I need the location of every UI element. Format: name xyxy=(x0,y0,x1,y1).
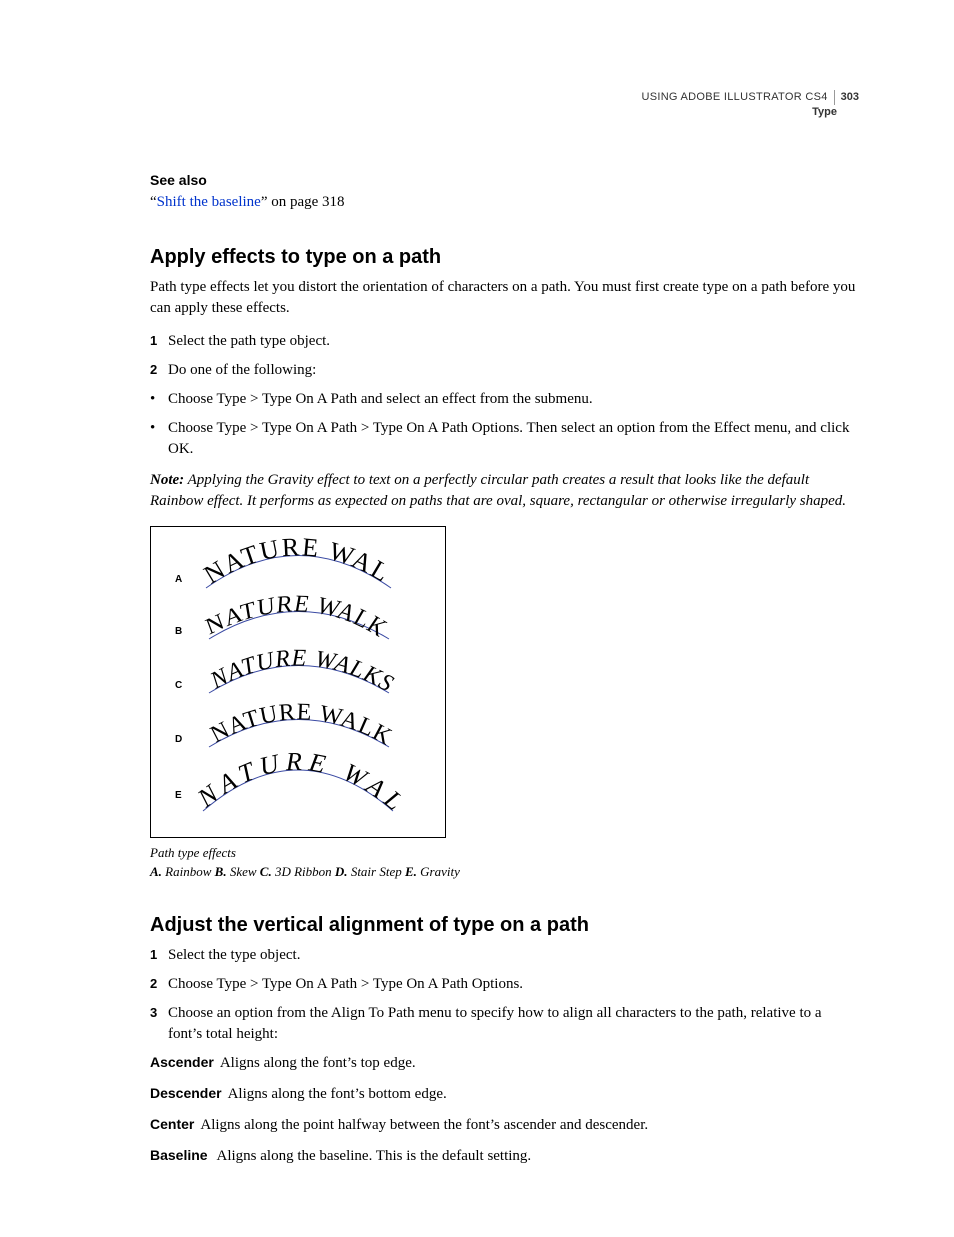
key-text: Rainbow xyxy=(162,864,215,879)
definition-text: Aligns along the font’s top edge. xyxy=(220,1055,416,1071)
svg-text:NATURE WALKS: NATURE WALKS xyxy=(151,589,399,643)
list-item: •Choose Type > Type On A Path and select… xyxy=(150,389,859,410)
section2-steps: 1Select the type object. 2Choose Type > … xyxy=(150,945,859,1045)
bullet-text: Choose Type > Type On A Path > Type On A… xyxy=(168,418,859,460)
bullet-dot: • xyxy=(150,418,168,460)
shift-baseline-link[interactable]: Shift the baseline xyxy=(157,194,261,210)
definition-ascender: Ascender Aligns along the font’s top edge… xyxy=(150,1053,859,1074)
figure-caption-title: Path type effects xyxy=(150,844,859,862)
definition-text: Aligns along the point halfway between t… xyxy=(200,1117,648,1133)
note-paragraph: Note: Applying the Gravity effect to tex… xyxy=(150,470,859,512)
step-number: 1 xyxy=(150,331,168,352)
step-number: 1 xyxy=(150,945,168,966)
definition-baseline: Baseline Aligns along the baseline. This… xyxy=(150,1146,859,1167)
definition-text: Aligns along the baseline. This is the d… xyxy=(214,1148,532,1164)
figure-label-c: C xyxy=(175,679,182,693)
see-also-heading: See also xyxy=(150,171,859,191)
page: USING ADOBE ILLUSTRATOR CS4 303 Type See… xyxy=(0,0,954,1237)
xref-suffix: ” on page 318 xyxy=(261,194,345,210)
note-label: Note: xyxy=(150,472,184,488)
definition-text: Aligns along the font’s bottom edge. xyxy=(228,1086,447,1102)
header-title: USING ADOBE ILLUSTRATOR CS4 xyxy=(641,90,827,105)
step-text: Select the type object. xyxy=(168,945,300,966)
figure-svg-stairstep: NATURE WALKS xyxy=(151,697,445,753)
note-text: Applying the Gravity effect to text on a… xyxy=(150,472,846,509)
list-item: 3Choose an option from the Align To Path… xyxy=(150,1003,859,1045)
step-text: Do one of the following: xyxy=(168,360,316,381)
definition-center: Center Aligns along the point halfway bet… xyxy=(150,1115,859,1136)
header-section: Type xyxy=(150,105,859,120)
list-item: 1Select the type object. xyxy=(150,945,859,966)
quote-open: “ xyxy=(150,194,157,210)
figure-svg-gravity: NATURE WALKS xyxy=(151,749,445,827)
list-item: 2Choose Type > Type On A Path > Type On … xyxy=(150,974,859,995)
figure-label-e: E xyxy=(175,789,182,803)
key-text: Skew xyxy=(227,864,260,879)
figure-svg-3dribbon: NATURE WALKS xyxy=(151,643,445,699)
step-number: 3 xyxy=(150,1003,168,1045)
term: Ascender xyxy=(150,1054,214,1070)
list-item: •Choose Type > Type On A Path > Type On … xyxy=(150,418,859,460)
key-text: Gravity xyxy=(417,864,460,879)
bullet-dot: • xyxy=(150,389,168,410)
figure-svg-rainbow: NATURE WALKS xyxy=(151,533,445,593)
step-text: Choose Type > Type On A Path > Type On A… xyxy=(168,974,523,995)
key-letter: D. xyxy=(335,864,348,879)
figure-svg-skew: NATURE WALKS xyxy=(151,589,445,645)
step-number: 2 xyxy=(150,974,168,995)
page-number: 303 xyxy=(834,90,859,105)
running-header: USING ADOBE ILLUSTRATOR CS4 303 Type xyxy=(150,90,859,121)
figure-path-type-effects: A NATURE WALKS B NATURE WALKS C xyxy=(150,526,446,838)
term: Baseline xyxy=(150,1147,208,1163)
key-text: Stair Step xyxy=(348,864,405,879)
figure-label-b: B xyxy=(175,625,182,639)
section1-steps: 1Select the path type object. 2Do one of… xyxy=(150,331,859,381)
term: Center xyxy=(150,1116,194,1132)
definition-descender: Descender Aligns along the font’s bottom … xyxy=(150,1084,859,1105)
key-text: 3D Ribbon xyxy=(272,864,335,879)
key-letter: C. xyxy=(260,864,272,879)
key-letter: A. xyxy=(150,864,162,879)
see-also-xref: “Shift the baseline” on page 318 xyxy=(150,192,859,213)
figure-label-d: D xyxy=(175,733,182,747)
term: Descender xyxy=(150,1085,222,1101)
list-item: 1Select the path type object. xyxy=(150,331,859,352)
svg-text:NATURE WALKS: NATURE WALKS xyxy=(151,697,396,751)
svg-text:NATURE WALKS: NATURE WALKS xyxy=(206,646,399,698)
figure-label-a: A xyxy=(175,573,182,587)
svg-text:NATURE WALKS: NATURE WALKS xyxy=(151,749,413,820)
section-heading-apply-effects: Apply effects to type on a path xyxy=(150,243,859,271)
section1-bullets: •Choose Type > Type On A Path and select… xyxy=(150,389,859,460)
step-text: Choose an option from the Align To Path … xyxy=(168,1003,859,1045)
key-letter: E. xyxy=(405,864,417,879)
list-item: 2Do one of the following: xyxy=(150,360,859,381)
key-letter: B. xyxy=(215,864,227,879)
step-number: 2 xyxy=(150,360,168,381)
figure-caption-key: A. Rainbow B. Skew C. 3D Ribbon D. Stair… xyxy=(150,863,859,881)
section-heading-adjust-vertical: Adjust the vertical alignment of type on… xyxy=(150,911,859,939)
bullet-text: Choose Type > Type On A Path and select … xyxy=(168,389,593,410)
svg-text:NATURE WALKS: NATURE WALKS xyxy=(151,533,396,590)
section1-intro: Path type effects let you distort the or… xyxy=(150,277,859,319)
step-text: Select the path type object. xyxy=(168,331,330,352)
